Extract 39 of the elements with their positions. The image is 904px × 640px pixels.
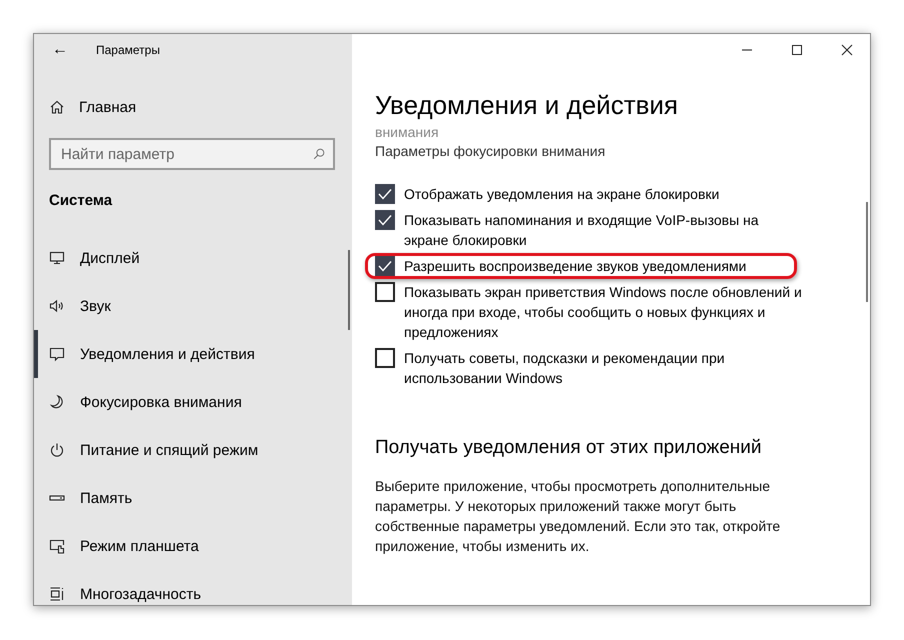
checkbox-label: Отображать уведомления на экране блокировки [404, 185, 720, 204]
power-icon [49, 442, 65, 458]
checkbox[interactable] [375, 184, 395, 204]
speech-bubble-icon [49, 346, 65, 362]
sidebar-item[interactable]: Питание и спящий режим [34, 426, 334, 474]
window-title: Параметры [96, 43, 160, 57]
sidebar-item[interactable]: Фокусировка внимания [34, 378, 334, 426]
maximize-icon[interactable] [791, 44, 803, 56]
section-heading: Получать уведомления от этих приложений [375, 437, 763, 459]
focus-settings-link[interactable]: Параметры фокусировки внимания [375, 143, 606, 159]
sidebar-item[interactable]: Многозадачность [34, 570, 334, 605]
checkbox-label: Получать советы, подсказки и рекомендации при использовании Windows [404, 349, 726, 388]
sidebar-item[interactable]: Память [34, 474, 334, 522]
close-icon[interactable] [841, 44, 853, 56]
checkbox-label: Показывать экран приветствия Windows после обновлений и иногда при входе, чтобы сообщить о новых функциях и предложениях [404, 283, 803, 342]
sidebar-item[interactable]: Дисплей [34, 234, 334, 282]
description-text: Выберите приложение, чтобы просмотреть дополнительные параметры. У некоторых приложений также могут быть собственные параметры уведомлений. Если это так, откройте приложение, чтобы изменить их. [375, 477, 782, 556]
checkbox[interactable] [375, 348, 395, 368]
speaker-icon [49, 298, 65, 314]
checkbox[interactable] [375, 210, 395, 230]
sidebar-item[interactable]: Режим планшета [34, 522, 334, 570]
checkbox[interactable] [375, 282, 395, 302]
home-icon [49, 99, 65, 115]
checkbox-label: Показывать напоминания и входящие VoIP-вызовы на экране блокировки [404, 211, 760, 250]
section-heading: Система [49, 192, 112, 209]
checkbox[interactable] [375, 256, 395, 276]
page-title: Уведомления и действия [375, 89, 680, 122]
sidebar-item[interactable]: Звук [34, 282, 334, 330]
tablet-icon [49, 538, 65, 554]
search-icon [312, 147, 326, 161]
search-field[interactable]: Найти параметр [49, 138, 335, 170]
moon-icon [49, 394, 65, 410]
home-link[interactable]: Главная [49, 92, 136, 122]
checkbox-label: Разрешить воспроизведение звуков уведомлениями [404, 257, 746, 276]
back-button[interactable]: ← [36, 41, 84, 59]
sidebar-item[interactable]: Уведомления и действия [34, 330, 334, 378]
multitask-icon [49, 586, 65, 602]
description-text: внимания [375, 124, 440, 140]
monitor-icon [49, 250, 65, 266]
